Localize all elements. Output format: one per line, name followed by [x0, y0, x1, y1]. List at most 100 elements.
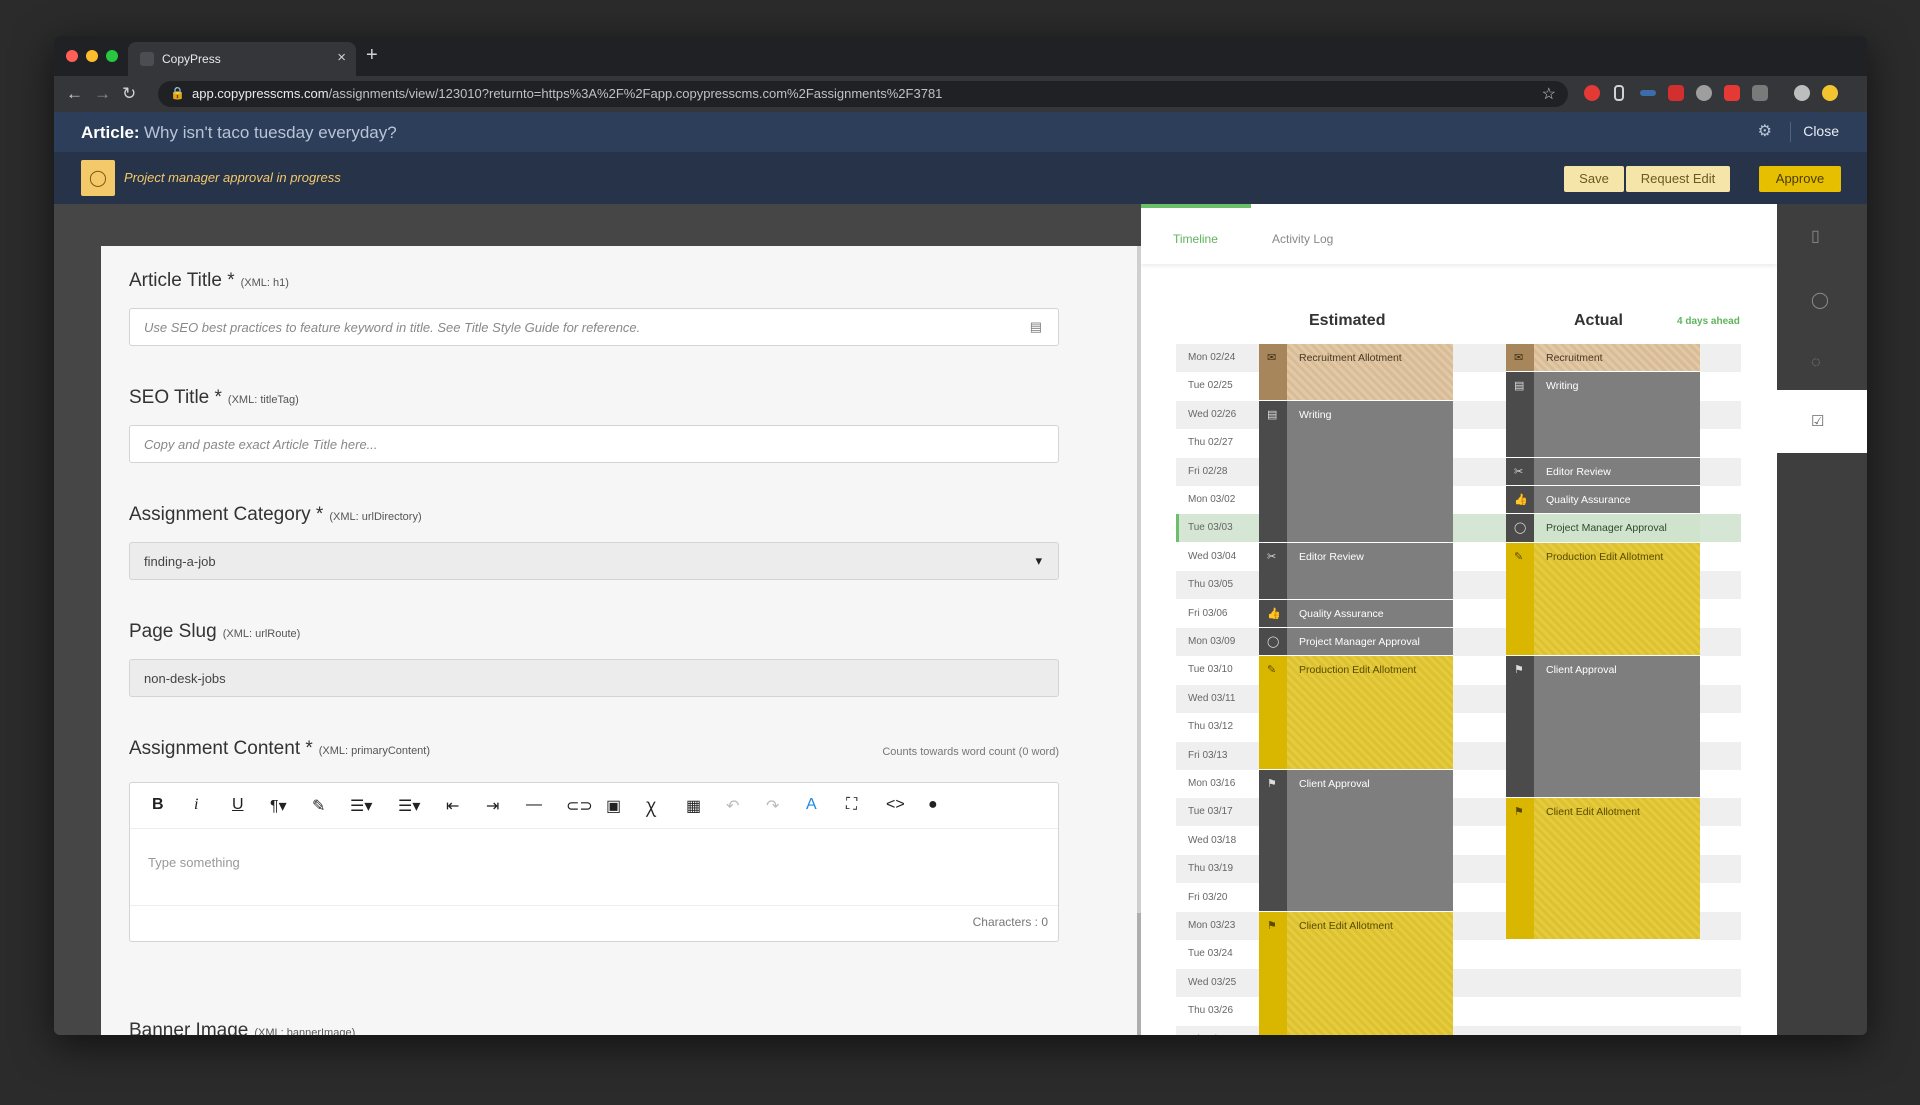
indent-icon[interactable]: ⇥ [486, 796, 499, 816]
gear-icon[interactable]: ⚙ [1758, 121, 1772, 141]
estimated-phase-block[interactable]: ◯ Project Manager Approval [1259, 628, 1453, 657]
comment-icon[interactable]: ● [928, 796, 938, 814]
estimated-phase-block[interactable]: 👍 Quality Assurance [1259, 599, 1453, 628]
tab-timeline[interactable]: Timeline [1173, 232, 1218, 246]
category-select[interactable]: finding-a-job ▾ [129, 542, 1059, 580]
pinterest-extension-icon[interactable] [1584, 85, 1600, 101]
underline-icon[interactable]: U [232, 796, 244, 814]
actual-phase-block[interactable]: ✂ Editor Review [1506, 457, 1700, 486]
unordered-list-icon[interactable]: ☰▾ [398, 796, 420, 816]
speech-bubble-icon[interactable]: ◯ [1811, 290, 1829, 310]
timeline-date: Tue 03/03 [1188, 522, 1233, 534]
phase-icon-column: ◯ [1259, 628, 1287, 656]
timeline-date: Thu 02/27 [1188, 437, 1234, 449]
card-icon[interactable]: ▤ [1030, 319, 1042, 335]
timeline-tabs: Timeline Activity Log [1141, 204, 1777, 264]
actual-phase-block[interactable]: 👍 Quality Assurance [1506, 486, 1700, 515]
spellcheck-icon[interactable]: A [806, 796, 817, 814]
image-icon[interactable]: ▣ [606, 796, 621, 816]
reload-icon[interactable]: ↻ [122, 84, 136, 104]
editor-placeholder[interactable]: Type something [148, 855, 240, 870]
estimated-phase-block[interactable]: ✉ Recruitment Allotment [1259, 344, 1453, 401]
phase-label: Project Manager Approval [1299, 636, 1420, 648]
phase-icon-column: ⚑ [1506, 798, 1534, 940]
back-icon[interactable]: ← [66, 84, 83, 104]
table-icon[interactable]: ▦ [686, 796, 701, 816]
request-edit-button[interactable]: Request Edit [1626, 166, 1730, 192]
fullscreen-icon[interactable]: ⛶ [846, 796, 857, 814]
horizontal-line-icon[interactable]: — [526, 796, 542, 814]
phase-icon-column: ⚑ [1506, 656, 1534, 798]
seo-title-input[interactable]: Copy and paste exact Article Title here.… [129, 425, 1059, 463]
estimated-phase-block[interactable]: ✎ Production Edit Allotment [1259, 656, 1453, 770]
redo-icon[interactable]: ↷ [766, 796, 779, 816]
phase-icon: ✂ [1514, 465, 1524, 478]
ordered-list-icon[interactable]: ☰▾ [350, 796, 372, 816]
phase-label: Quality Assurance [1546, 494, 1631, 506]
page-slug-input[interactable]: non-desk-jobs [129, 659, 1059, 697]
actual-phase-block[interactable]: ⚑ Client Edit Allotment [1506, 798, 1700, 941]
save-extension-icon[interactable] [1752, 85, 1768, 101]
link-extension-icon[interactable] [1640, 90, 1656, 96]
close-button[interactable]: Close [1803, 123, 1839, 139]
record-extension-icon[interactable] [1724, 85, 1740, 101]
timeline-date: Wed 02/26 [1188, 408, 1237, 420]
forward-icon[interactable]: → [94, 84, 111, 104]
calendar-extension-icon[interactable] [1668, 85, 1684, 101]
new-tab-icon[interactable]: + [366, 44, 378, 67]
close-tab-icon[interactable]: × [337, 49, 346, 66]
estimated-phase-block[interactable]: ▤ Writing [1259, 400, 1453, 543]
actual-phase-block[interactable]: ✉ Recruitment [1506, 344, 1700, 373]
category-label: Assignment Category * (XML: urlDirectory) [129, 504, 422, 525]
phase-label: Recruitment [1546, 352, 1603, 364]
paragraph-format-icon[interactable]: ¶▾ [270, 796, 287, 816]
phase-label: Editor Review [1299, 550, 1364, 563]
undo-icon[interactable]: ↶ [726, 796, 739, 816]
actual-phase-block[interactable]: ◯ Project Manager Approval [1506, 514, 1700, 543]
chat-icon[interactable]: ◌ [1811, 354, 1821, 372]
code-view-icon[interactable]: <> [886, 796, 905, 814]
phase-icon: 👍 [1267, 607, 1281, 620]
timeline-date: Fri 02/28 [1188, 465, 1228, 477]
phase-label: Production Edit Allotment [1546, 550, 1664, 563]
url-host: app.copypresscms.com [192, 86, 329, 101]
device-extension-icon[interactable] [1614, 85, 1624, 101]
phase-icon-column: 👍 [1259, 599, 1287, 627]
document-icon[interactable]: ▯ [1811, 226, 1820, 246]
timeline-date: Wed 03/04 [1188, 550, 1237, 562]
highlighter-icon[interactable]: ✎ [312, 796, 325, 816]
checklist-tab[interactable]: ☑ [1777, 390, 1867, 453]
actual-phase-block[interactable]: ✎ Production Edit Allotment [1506, 542, 1700, 657]
tab-activity-log[interactable]: Activity Log [1272, 232, 1333, 246]
approve-button[interactable]: Approve [1759, 166, 1841, 192]
url-field[interactable]: 🔒 app.copypresscms.com/assignments/view/… [158, 81, 1568, 107]
estimated-phase-block[interactable]: ⚑ Client Approval [1259, 770, 1453, 912]
actual-phase-block[interactable]: ⚑ Client Approval [1506, 656, 1700, 799]
italic-icon[interactable]: i [194, 796, 198, 814]
checkbox-icon: ☑ [1811, 413, 1825, 430]
profile-avatar[interactable] [1794, 85, 1810, 101]
phase-icon-column: 👍 [1506, 486, 1534, 514]
save-button[interactable]: Save [1564, 166, 1624, 192]
bookmark-star-icon[interactable]: ☆ [1542, 84, 1556, 104]
emoji-extension-icon[interactable] [1822, 85, 1838, 101]
outdent-icon[interactable]: ⇤ [446, 796, 459, 816]
phase-label: Production Edit Allotment [1299, 664, 1417, 677]
tab-bar: CopyPress × + [54, 36, 1867, 76]
drive-extension-icon[interactable] [1696, 85, 1712, 101]
phase-label: Project Manager Approval [1546, 522, 1667, 535]
estimated-phase-block[interactable]: ✂ Editor Review [1259, 542, 1453, 600]
minimize-window-button[interactable] [86, 50, 98, 62]
bold-icon[interactable]: B [152, 796, 164, 814]
link-icon[interactable]: ⊂⊃ [566, 796, 593, 816]
page-slug-label: Page Slug (XML: urlRoute) [129, 621, 301, 642]
editor-toolbar: B i U ¶▾ ✎ ☰▾ ☰▾ ⇤ ⇥ — ⊂⊃ ▣ Ꭓ ▦ ↶ ↷ A ⛶ … [130, 783, 1058, 829]
clear-format-icon[interactable]: Ꭓ [646, 796, 656, 818]
maximize-window-button[interactable] [106, 50, 118, 62]
browser-tab[interactable]: CopyPress × [128, 42, 356, 76]
phase-icon: ⚑ [1514, 806, 1524, 819]
article-title-input[interactable]: Use SEO best practices to feature keywor… [129, 308, 1059, 346]
close-window-button[interactable] [66, 50, 78, 62]
estimated-phase-block[interactable]: ⚑ Client Edit Allotment [1259, 912, 1453, 1035]
actual-phase-block[interactable]: ▤ Writing [1506, 372, 1700, 458]
